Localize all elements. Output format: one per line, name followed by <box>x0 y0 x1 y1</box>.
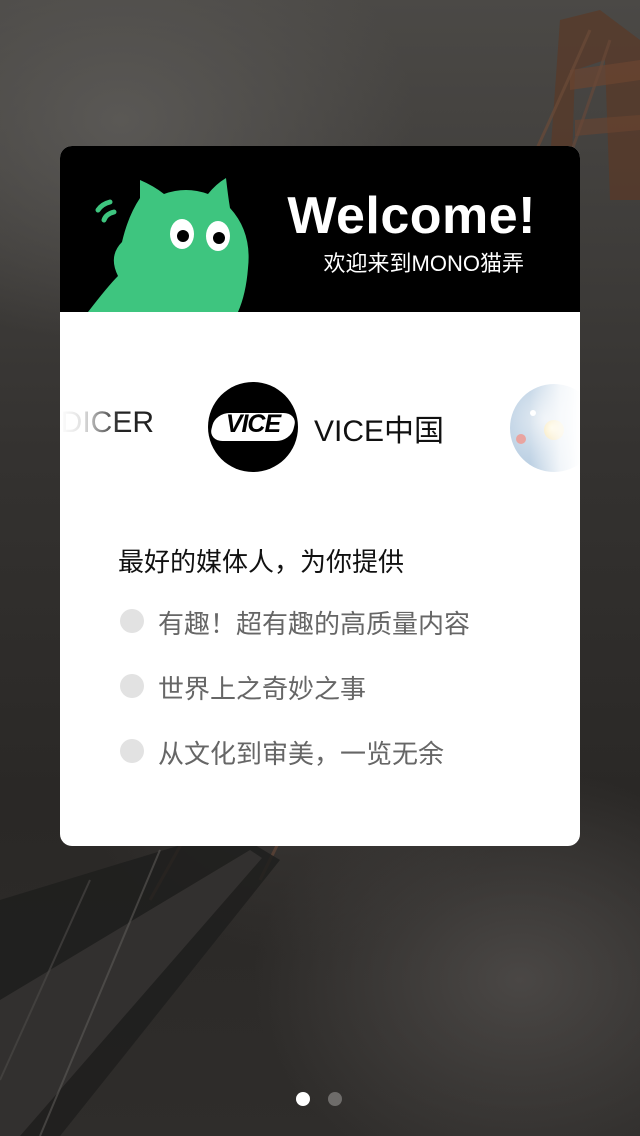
welcome-header: Welcome! 欢迎来到MONO猫弄 <box>60 146 580 312</box>
page-dot[interactable] <box>328 1092 342 1106</box>
list-item: 从文化到审美，一览无余 <box>118 734 558 774</box>
list-item: 有趣！超有趣的高质量内容 <box>118 604 558 644</box>
feature-text: 有趣！超有趣的高质量内容 <box>158 610 471 640</box>
fade-overlay <box>530 384 580 472</box>
bullet-icon <box>120 609 144 633</box>
intro-text: 最好的媒体人，为你提供 <box>118 548 405 578</box>
feature-text: 世界上之奇妙之事 <box>158 675 367 705</box>
welcome-card: Welcome! 欢迎来到MONO猫弄 DICER VICE VICE中国 最好… <box>60 146 580 846</box>
previous-partner[interactable]: DICER <box>60 406 156 446</box>
next-partner[interactable] <box>510 384 580 472</box>
feature-list: 有趣！超有趣的高质量内容 世界上之奇妙之事 从文化到审美，一览无余 <box>118 604 558 799</box>
cat-mascot-icon <box>88 178 249 312</box>
bullet-icon <box>120 674 144 698</box>
fade-overlay <box>60 406 120 446</box>
vice-logo-text: VICE <box>225 410 281 438</box>
partner-carousel[interactable]: DICER VICE VICE中国 <box>60 380 580 472</box>
page-dot-active[interactable] <box>296 1092 310 1106</box>
welcome-subtitle: 欢迎来到MONO猫弄 <box>323 251 524 276</box>
feature-text: 从文化到审美，一览无余 <box>158 740 445 770</box>
welcome-title: Welcome! <box>287 187 536 245</box>
vice-logo-icon[interactable]: VICE <box>208 382 298 472</box>
page-indicator[interactable] <box>296 1092 344 1106</box>
planet-dot <box>516 434 526 444</box>
current-partner-name[interactable]: VICE中国 <box>314 406 444 450</box>
bullet-icon <box>120 739 144 763</box>
list-item: 世界上之奇妙之事 <box>118 669 558 709</box>
